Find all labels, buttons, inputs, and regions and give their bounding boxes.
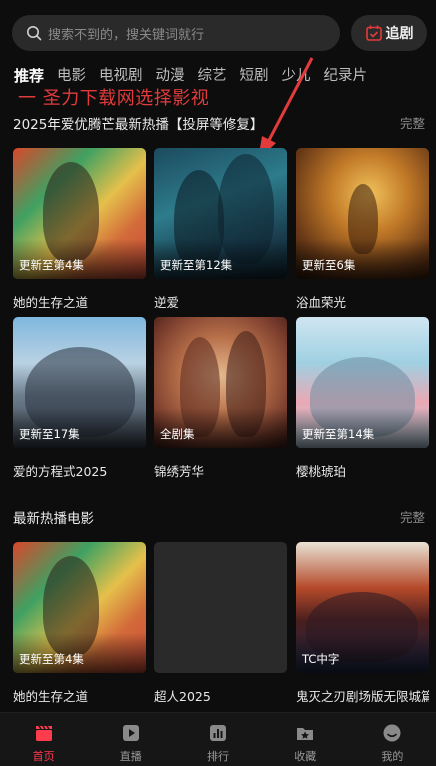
video-card[interactable]: 更新至6集 浴血荣光 <box>296 148 429 311</box>
video-title: 鬼灭之刃剧场版无限城篇 <box>296 689 429 704</box>
nav-label: 收藏 <box>294 750 317 763</box>
play-icon <box>122 725 139 741</box>
video-title: 她的生存之道 <box>13 295 89 310</box>
video-card[interactable]: 超人2025 <box>154 542 287 705</box>
nav-live[interactable]: 直播 <box>87 713 174 766</box>
episode-badge: 全剧集 <box>160 427 195 441</box>
video-title: 樱桃琥珀 <box>296 464 347 479</box>
smile-icon <box>383 724 401 742</box>
poster-image: 更新至第4集 <box>13 542 146 673</box>
chart-icon <box>210 725 226 741</box>
episode-badge: 更新至第12集 <box>160 258 233 272</box>
poster-placeholder <box>154 542 287 673</box>
follow-label: 追剧 <box>385 26 414 42</box>
section-more-link[interactable]: 完整 <box>400 113 425 132</box>
follow-button[interactable]: 追剧 <box>351 15 427 51</box>
nav-favorites[interactable]: 收藏 <box>262 713 349 766</box>
video-title: 锦绣芳华 <box>154 464 205 479</box>
video-card[interactable]: 更新至第12集 逆爱 <box>154 148 287 311</box>
poster-image: 更新至17集 <box>13 317 146 448</box>
tab-kids[interactable]: 少儿 <box>282 64 311 90</box>
tab-short-drama[interactable]: 短剧 <box>240 64 269 90</box>
video-card[interactable]: 更新至第14集 樱桃琥珀 <box>296 317 429 480</box>
section-header-hot-series: 2025年爱优腾芒最新热播【投屏等修复】 完整 <box>13 113 425 135</box>
poster-image: TC中字 <box>296 542 429 673</box>
tab-documentary[interactable]: 纪录片 <box>324 64 368 90</box>
poster-image: 更新至第12集 <box>154 148 287 279</box>
video-title: 浴血荣光 <box>296 295 347 310</box>
video-title: 逆爱 <box>154 295 180 310</box>
episode-badge: 更新至17集 <box>19 427 80 441</box>
top-bar: 搜索不到的，搜关键词就行 追剧 <box>0 0 436 62</box>
nav-label: 直播 <box>119 750 142 763</box>
nav-label: 首页 <box>32 750 55 763</box>
bottom-navigation: 首页 直播 排行 收藏 我的 <box>0 712 436 766</box>
section-title: 最新热播电影 <box>13 511 94 527</box>
search-placeholder: 搜索不到的，搜关键词就行 <box>48 27 205 43</box>
poster-image: 更新至6集 <box>296 148 429 279</box>
video-card[interactable]: 全剧集 锦绣芳华 <box>154 317 287 480</box>
clapperboard-icon <box>35 725 52 741</box>
nav-ranking[interactable]: 排行 <box>174 713 261 766</box>
section-header-hot-movies: 最新热播电影 完整 <box>13 507 425 529</box>
nav-profile[interactable]: 我的 <box>349 713 436 766</box>
episode-badge: 更新至6集 <box>302 258 356 272</box>
episode-badge: 更新至第4集 <box>19 258 84 272</box>
video-card[interactable]: 更新至17集 爱的方程式2025 <box>13 317 146 480</box>
video-title: 超人2025 <box>154 689 211 704</box>
poster-image: 更新至第4集 <box>13 148 146 279</box>
episode-badge: 更新至第14集 <box>302 427 375 441</box>
video-card[interactable]: TC中字 鬼灭之刃剧场版无限城篇 <box>296 542 429 705</box>
poster-image: 更新至第14集 <box>296 317 429 448</box>
poster-image: 全剧集 <box>154 317 287 448</box>
quality-badge: TC中字 <box>302 652 340 666</box>
search-input[interactable]: 搜索不到的，搜关键词就行 <box>12 15 340 51</box>
nav-home[interactable]: 首页 <box>0 713 87 766</box>
star-folder-icon <box>297 728 314 740</box>
video-card[interactable]: 更新至第4集 她的生存之道 <box>13 542 146 705</box>
episode-badge: 更新至第4集 <box>19 652 84 666</box>
promo-overlay-text: 一 圣力下载网选择影视 <box>18 88 210 109</box>
search-icon <box>27 26 42 41</box>
video-card[interactable]: 更新至第4集 她的生存之道 <box>13 148 146 311</box>
nav-label: 我的 <box>381 750 404 763</box>
nav-label: 排行 <box>207 750 229 763</box>
section-more-link[interactable]: 完整 <box>400 507 425 526</box>
calendar-check-icon <box>365 25 382 41</box>
video-title: 爱的方程式2025 <box>13 464 108 479</box>
section-title: 2025年爱优腾芒最新热播【投屏等修复】 <box>13 117 264 133</box>
video-title: 她的生存之道 <box>13 689 89 704</box>
